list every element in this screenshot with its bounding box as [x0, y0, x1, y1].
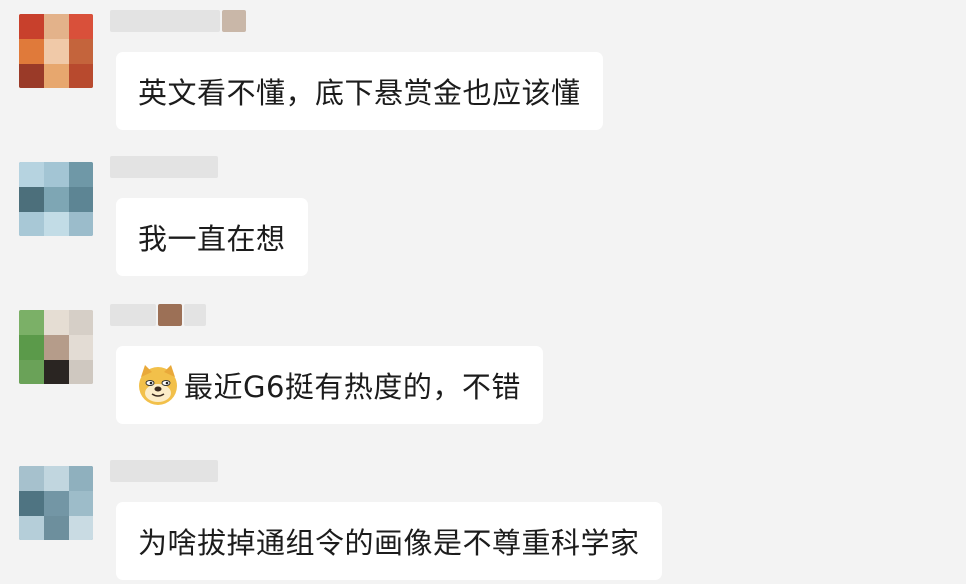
message-bubble[interactable]: 最近G6挺有热度的，不错 [116, 346, 543, 424]
sender-name-blurred [110, 154, 220, 180]
chat-message-list: 英文看不懂，底下悬赏金也应该懂 我一直在想 最近G6挺有热度的，不错 为啥拔掉通… [0, 0, 966, 584]
sender-name-blurred [110, 458, 220, 484]
message-text: 为啥拔掉通组令的画像是不尊重科学家 [138, 526, 640, 560]
message-bubble[interactable]: 我一直在想 [116, 198, 308, 276]
sender-name-blurred [110, 302, 208, 328]
chat-message: 英文看不懂，底下悬赏金也应该懂 [0, 0, 966, 140]
avatar[interactable] [19, 310, 93, 384]
message-bubble[interactable]: 英文看不懂，底下悬赏金也应该懂 [116, 52, 603, 130]
message-text: 英文看不懂，底下悬赏金也应该懂 [138, 76, 581, 110]
avatar[interactable] [19, 466, 93, 540]
doge-emoji-icon [139, 365, 177, 405]
message-text: 最近G6挺有热度的，不错 [184, 370, 521, 404]
message-text: 我一直在想 [138, 222, 286, 256]
sender-name-blurred [110, 8, 248, 34]
message-bubble[interactable]: 为啥拔掉通组令的画像是不尊重科学家 [116, 502, 662, 580]
avatar[interactable] [19, 14, 93, 88]
chat-message: 最近G6挺有热度的，不错 [0, 290, 966, 450]
chat-message: 为啥拔掉通组令的画像是不尊重科学家 [0, 450, 966, 584]
avatar[interactable] [19, 162, 93, 236]
chat-message: 我一直在想 [0, 140, 966, 290]
